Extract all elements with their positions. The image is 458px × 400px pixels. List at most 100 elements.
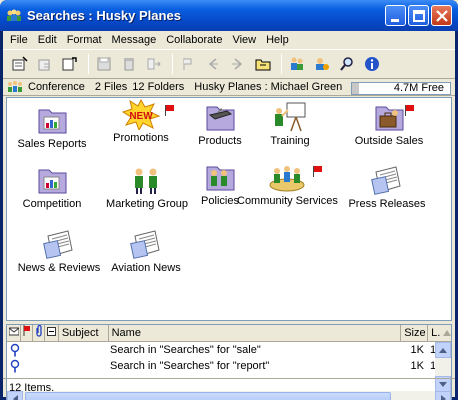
- flag-button[interactable]: [177, 53, 199, 75]
- reply-button[interactable]: [34, 53, 56, 75]
- search-result-icon: [10, 343, 20, 357]
- toolbar-separator: [172, 54, 173, 74]
- folder-label: Training: [270, 135, 310, 147]
- folder-outside-sales[interactable]: Outside Sales: [339, 101, 439, 147]
- app-icon: [7, 9, 21, 21]
- client-area: File Edit Format Message Collaborate Vie…: [3, 31, 455, 400]
- column-subject[interactable]: Subject: [59, 324, 109, 342]
- menu-view[interactable]: View: [227, 31, 261, 49]
- column-last[interactable]: L.: [428, 325, 452, 342]
- open-folder-icon: [255, 59, 271, 71]
- close-button[interactable]: [431, 5, 452, 26]
- next-button[interactable]: [227, 53, 249, 75]
- column-last-dot: .: [437, 326, 441, 339]
- users-button[interactable]: [286, 53, 308, 75]
- conference-icon: [8, 81, 22, 92]
- list-item[interactable]: Search in "Searches" for "sale" 1K 12/..…: [7, 342, 452, 358]
- folder-news-reviews[interactable]: News & Reviews: [9, 228, 109, 274]
- column-attachment[interactable]: [7, 324, 21, 342]
- move-button[interactable]: [143, 53, 165, 75]
- folder-icon-view: Sales Reports NEW Promotions Products Tr…: [6, 97, 452, 321]
- info-icon: [365, 57, 379, 71]
- conference-label: Conference: [28, 81, 85, 93]
- minimize-icon: [391, 19, 399, 22]
- free-space-gauge: 4.7M Free: [351, 82, 451, 95]
- arrow-up-icon: [439, 347, 447, 353]
- folder-label: News & Reviews: [17, 262, 101, 274]
- folder-training[interactable]: Training: [240, 101, 340, 147]
- flag-icon: [183, 58, 192, 70]
- folder-label: Outside Sales: [354, 135, 424, 147]
- back-button[interactable]: [202, 53, 224, 75]
- scroll-up-button[interactable]: [435, 342, 451, 358]
- files-count: 2 Files: [94, 81, 128, 93]
- user-settings-button[interactable]: [311, 53, 333, 75]
- location-path: Husky Planes : Michael Green: [194, 81, 343, 93]
- toolbar: [3, 49, 455, 79]
- folder-label: Community Services: [237, 195, 338, 207]
- minimize-button[interactable]: [385, 5, 406, 26]
- search-result-icon: [10, 359, 20, 373]
- folder-label: Sales Reports: [17, 138, 87, 150]
- free-space-text: 4.7M Free: [393, 82, 444, 94]
- menu-format[interactable]: Format: [62, 31, 107, 49]
- users-icon: [291, 57, 303, 70]
- new-badge-icon: NEW: [121, 98, 161, 130]
- presentation-icon: [275, 102, 306, 132]
- app-window: Searches : Husky Planes File Edit Format…: [0, 0, 458, 400]
- free-space-fill: [352, 83, 359, 94]
- paperclip-icon: [36, 324, 42, 337]
- forward-icon: [62, 57, 77, 71]
- column-flag[interactable]: [21, 324, 33, 342]
- group-icon: [135, 168, 157, 194]
- menu-edit[interactable]: Edit: [33, 31, 62, 49]
- column-size[interactable]: Size: [401, 324, 429, 342]
- result-size: 1K: [410, 360, 424, 372]
- menu-collaborate[interactable]: Collaborate: [161, 31, 227, 49]
- folder-label: Press Releases: [348, 198, 426, 210]
- menu-help[interactable]: Help: [261, 31, 294, 49]
- result-size: 1K: [410, 344, 424, 356]
- column-paperclip[interactable]: [33, 324, 45, 342]
- new-message-icon: [12, 56, 28, 71]
- people-folder-icon: [206, 166, 235, 191]
- title-bar[interactable]: Searches : Husky Planes: [0, 0, 458, 31]
- community-icon: [269, 166, 305, 192]
- flag-marker: [313, 166, 322, 177]
- new-message-button[interactable]: [9, 53, 31, 75]
- newspaper-icon: [43, 230, 73, 259]
- list-header: Subject Name Size L.: [7, 324, 452, 342]
- search-button[interactable]: [336, 53, 358, 75]
- open-folder-button[interactable]: [252, 53, 274, 75]
- menu-message[interactable]: Message: [107, 31, 162, 49]
- info-button[interactable]: [361, 53, 383, 75]
- folder-aviation-news[interactable]: Aviation News: [96, 228, 196, 274]
- status-bar: 12 Items.: [3, 378, 455, 397]
- collapse-icon: [46, 326, 56, 336]
- flag-icon: [23, 324, 30, 336]
- column-name[interactable]: Name: [109, 324, 402, 342]
- folder-press-releases[interactable]: Press Releases: [337, 164, 437, 210]
- column-collapse[interactable]: [45, 324, 59, 342]
- delete-button[interactable]: [118, 53, 140, 75]
- flag-marker: [405, 105, 414, 116]
- forward-button[interactable]: [59, 53, 81, 75]
- sort-arrow-icon: [443, 329, 452, 336]
- maximize-icon: [413, 10, 425, 22]
- list-item[interactable]: Search in "Searches" for "report" 1K 12/…: [7, 358, 452, 374]
- folder-community-services[interactable]: Community Services: [237, 161, 338, 207]
- save-button[interactable]: [93, 53, 115, 75]
- search-icon: [340, 57, 353, 71]
- chart-folder-icon: [38, 109, 67, 134]
- back-icon: [208, 58, 218, 70]
- folder-sales-reports[interactable]: Sales Reports: [2, 104, 102, 150]
- newspaper-icon: [130, 230, 160, 259]
- menu-file[interactable]: File: [5, 31, 33, 49]
- delete-icon: [124, 58, 134, 71]
- result-name: Search in "Searches" for "sale": [110, 344, 261, 356]
- maximize-button[interactable]: [408, 5, 429, 26]
- save-icon: [97, 57, 111, 71]
- newspaper-icon: [371, 166, 401, 195]
- folder-competition[interactable]: Competition: [2, 164, 102, 210]
- close-icon: [436, 10, 448, 22]
